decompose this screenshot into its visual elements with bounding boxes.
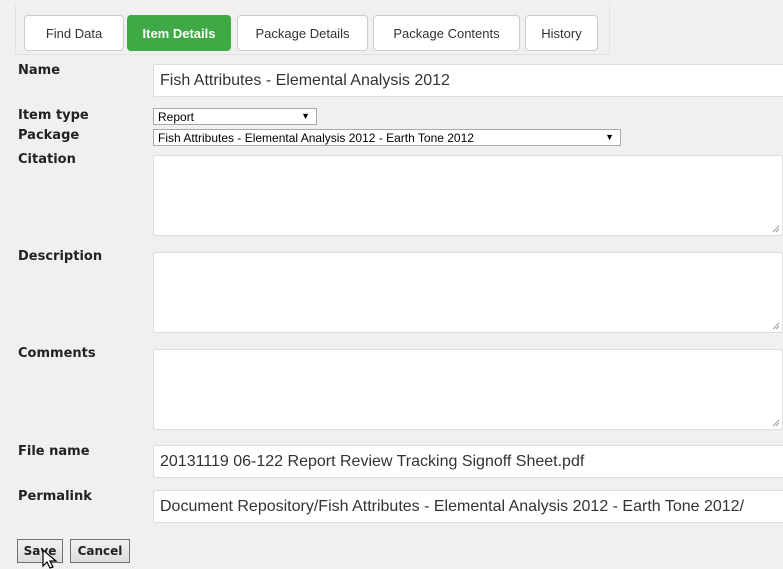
package-value: Fish Attributes - Elemental Analysis 201… — [158, 130, 474, 145]
comments-textarea[interactable] — [153, 349, 783, 430]
description-label: Description — [18, 249, 103, 264]
file-name-label: File name — [18, 444, 90, 459]
dropdown-arrow-icon: ▼ — [301, 111, 310, 121]
tab-history[interactable]: History — [525, 15, 598, 51]
resize-grip-icon[interactable] — [772, 322, 780, 330]
item-type-value: Report — [158, 109, 195, 124]
permalink-input[interactable]: Document Repository/Fish Attributes - El… — [153, 490, 783, 523]
comments-label: Comments — [18, 346, 96, 361]
tab-item-details[interactable]: Item Details — [127, 15, 231, 51]
name-label: Name — [18, 63, 61, 78]
tab-package-details[interactable]: Package Details — [237, 15, 368, 51]
file-name-input[interactable]: 20131119 06-122 Report Review Tracking S… — [153, 445, 783, 478]
permalink-label: Permalink — [18, 489, 92, 504]
package-label: Package — [18, 128, 80, 143]
tab-package-contents[interactable]: Package Contents — [373, 15, 520, 51]
mouse-cursor-icon — [42, 549, 58, 569]
resize-grip-icon[interactable] — [772, 419, 780, 427]
description-textarea[interactable] — [153, 252, 783, 333]
dropdown-arrow-icon: ▼ — [605, 132, 614, 142]
name-input[interactable]: Fish Attributes - Elemental Analysis 201… — [153, 64, 783, 97]
tab-find-data[interactable]: Find Data — [24, 15, 124, 51]
item-type-label: Item type — [18, 108, 89, 123]
item-type-select[interactable]: Report ▼ — [153, 108, 317, 125]
cancel-button[interactable]: Cancel — [70, 539, 130, 563]
citation-textarea[interactable] — [153, 155, 783, 236]
citation-label: Citation — [18, 152, 76, 167]
tab-bar: Find Data Item Details Package Details P… — [15, 5, 610, 55]
resize-grip-icon[interactable] — [772, 225, 780, 233]
package-select[interactable]: Fish Attributes - Elemental Analysis 201… — [153, 129, 621, 146]
